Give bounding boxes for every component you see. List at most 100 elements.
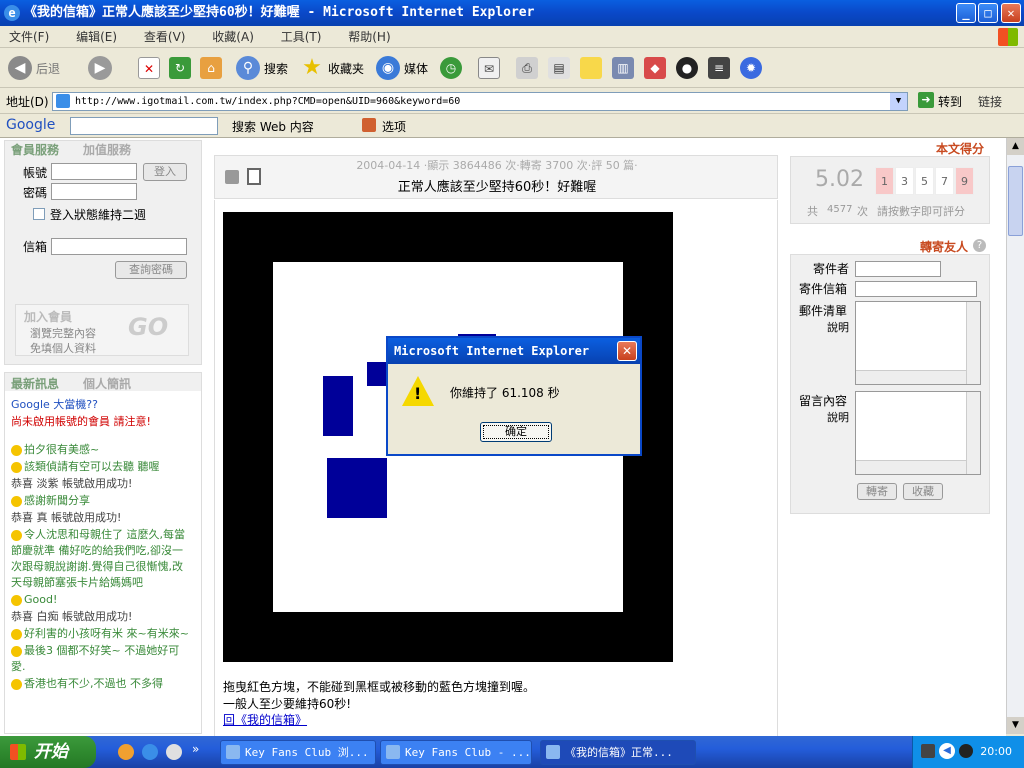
quicklaunch-more-icon[interactable]: » xyxy=(192,742,199,756)
news-item[interactable]: Google 大當機?? xyxy=(11,397,193,413)
mail-icon[interactable]: ✉ xyxy=(478,57,500,79)
ok-button[interactable]: 确定 xyxy=(480,422,552,442)
rating-option-button[interactable]: 1 xyxy=(875,167,894,195)
mail-list-textarea[interactable] xyxy=(855,301,981,385)
query-password-button[interactable]: 查詢密碼 xyxy=(115,261,187,279)
scroll-down-icon[interactable]: ▼ xyxy=(1007,717,1024,734)
password-input[interactable] xyxy=(51,183,137,200)
mailbox-input[interactable] xyxy=(51,238,187,255)
mail-list-hscrollbar[interactable] xyxy=(856,370,966,384)
sender-input[interactable] xyxy=(855,261,941,277)
news-item[interactable]: 恭喜 白痴 帳號啟用成功! xyxy=(11,609,193,625)
google-search-web-button[interactable]: 搜索 Web 内容 xyxy=(232,118,314,135)
sender-mail-input[interactable] xyxy=(855,281,977,297)
message-scrollbar[interactable] xyxy=(966,392,980,474)
alert-dialog: Microsoft Internet Explorer ✕ ! 你維持了 61.… xyxy=(386,336,642,456)
back-button[interactable]: ◀ 后退 xyxy=(8,55,60,81)
tab-personal-messages[interactable]: 個人簡訊 xyxy=(83,375,131,392)
smiley-icon xyxy=(11,444,22,456)
note-icon[interactable] xyxy=(580,57,602,79)
keyboard-icon[interactable] xyxy=(921,744,935,758)
page-scrollbar[interactable]: ▲ ▼ xyxy=(1006,138,1024,734)
go-arrow-icon[interactable]: ➜ xyxy=(918,92,934,108)
news-item[interactable]: 恭喜 真 帳號啟用成功! xyxy=(11,510,193,526)
close-button[interactable]: ✕ xyxy=(1001,3,1021,23)
settings-gear-icon[interactable]: ✹ xyxy=(740,57,762,79)
google-logo[interactable]: Google xyxy=(6,117,55,133)
menu-view[interactable]: 查看(V) xyxy=(144,26,186,48)
news-item[interactable]: Good! xyxy=(11,592,193,608)
rating-option-button[interactable]: 5 xyxy=(915,167,934,195)
minimize-button[interactable]: _ xyxy=(956,3,976,23)
refresh-icon[interactable]: ↻ xyxy=(169,57,191,79)
research-icon[interactable]: ◆ xyxy=(644,57,666,79)
remember-label: 登入狀態維持二週 xyxy=(50,208,147,222)
edit-icon[interactable]: ▤ xyxy=(548,57,570,79)
forward-button[interactable]: ▶ xyxy=(88,55,116,81)
qq-tray-icon[interactable] xyxy=(959,744,973,758)
go-button[interactable]: 转到 xyxy=(938,93,962,110)
news-item[interactable]: 恭喜 淡紫 帳號啟用成功! xyxy=(11,476,193,492)
tab-member-service[interactable]: 會員服務 xyxy=(11,141,59,158)
google-options-button[interactable]: 选项 xyxy=(382,118,406,135)
menu-tools[interactable]: 工具(T) xyxy=(281,26,322,48)
tray-arrow-icon[interactable]: ◀ xyxy=(939,743,955,759)
history-icon[interactable]: ◷ xyxy=(440,57,462,79)
login-button[interactable]: 登入 xyxy=(143,163,187,181)
print-icon[interactable]: ⎙ xyxy=(516,57,538,79)
news-item[interactable]: 令人沈思和母親住了 這麼久,每當節慶就準 備好吃的給我們吃,卻沒一次跟母親說謝謝… xyxy=(11,527,193,591)
rating-option-button[interactable]: 9 xyxy=(955,167,974,195)
menu-favorites[interactable]: 收藏(A) xyxy=(212,26,254,48)
scroll-thumb[interactable] xyxy=(1008,166,1023,236)
media-icon: ◉ xyxy=(376,56,400,80)
news-item[interactable]: 香港也有不少,不過也 不多得 xyxy=(11,676,193,692)
task-button-3[interactable]: 《我的信箱》正常... xyxy=(540,740,696,765)
media-button[interactable]: ◉ 媒体 xyxy=(376,55,428,81)
tab-latest-news[interactable]: 最新訊息 xyxy=(11,375,59,392)
message-textarea[interactable] xyxy=(855,391,981,475)
url-dropdown-icon[interactable]: ▼ xyxy=(890,93,907,110)
scroll-up-icon[interactable]: ▲ xyxy=(1007,138,1024,155)
news-item[interactable]: 好利害的小孩呀有米 來~有米來~ xyxy=(11,626,193,642)
forward-favorite-button[interactable]: 收藏 xyxy=(903,483,943,500)
home-icon[interactable]: ⌂ xyxy=(200,57,222,79)
messenger-quicklaunch-icon[interactable] xyxy=(166,744,182,760)
maximize-button[interactable]: □ xyxy=(978,3,998,23)
toolbar-app-icon[interactable]: ≡ xyxy=(708,57,730,79)
task-button-1[interactable]: Key Fans Club 浏... xyxy=(220,740,376,765)
rating-option-button[interactable]: 3 xyxy=(895,167,914,195)
news-item[interactable]: 拍夕很有美感~ xyxy=(11,442,193,458)
start-button[interactable]: 开始 xyxy=(0,736,96,768)
ie-task-icon xyxy=(226,745,240,759)
menu-file[interactable]: 文件(F) xyxy=(9,26,49,48)
mail-list-scrollbar[interactable] xyxy=(966,302,980,384)
search-button[interactable]: ⚲ 搜索 xyxy=(236,55,288,81)
news-item[interactable]: 尚未啟用帳號的會員 請注意! xyxy=(11,414,193,430)
join-member-box[interactable]: 加入會員 瀏覽完整內容 免填個人資料 GO xyxy=(15,304,189,356)
rating-option-button[interactable]: 7 xyxy=(935,167,954,195)
message-hscrollbar[interactable] xyxy=(856,460,966,474)
back-to-mailbox-link[interactable]: 回《我的信箱》 xyxy=(223,711,307,728)
news-item[interactable]: 感謝新聞分享 xyxy=(11,493,193,509)
window-title-bar[interactable]: e 《我的信箱》正常人應該至少堅持60秒！好難喔 - Microsoft Int… xyxy=(0,0,1024,26)
forward-send-button[interactable]: 轉寄 xyxy=(857,483,897,500)
menu-edit[interactable]: 编辑(E) xyxy=(76,26,117,48)
favorites-button[interactable]: ★ 收藏夹 xyxy=(300,55,364,81)
stop-icon[interactable]: ✕ xyxy=(138,57,160,79)
ie-quicklaunch-icon[interactable] xyxy=(142,744,158,760)
help-icon[interactable]: ? xyxy=(973,239,986,252)
task-button-2[interactable]: Key Fans Club - ... xyxy=(380,740,532,765)
news-item[interactable]: 該類偵請有空可以去聽 聽喔 xyxy=(11,459,193,475)
menu-help[interactable]: 帮助(H) xyxy=(348,26,390,48)
links-label[interactable]: 链接 xyxy=(978,93,1002,110)
remember-checkbox[interactable] xyxy=(33,208,45,220)
tab-value-service[interactable]: 加值服務 xyxy=(83,141,131,158)
url-input[interactable]: http://www.igotmail.com.tw/index.php?CMD… xyxy=(52,92,908,111)
messenger-icon[interactable]: ▥ xyxy=(612,57,634,79)
account-input[interactable] xyxy=(51,163,137,180)
quicklaunch-icon[interactable] xyxy=(118,744,134,760)
qq-icon[interactable]: ● xyxy=(676,57,698,79)
news-item[interactable]: 最後3 個都不好笑~ 不過她好可愛. xyxy=(11,643,193,675)
google-search-input[interactable] xyxy=(70,117,218,135)
dialog-close-button[interactable]: ✕ xyxy=(617,341,637,361)
